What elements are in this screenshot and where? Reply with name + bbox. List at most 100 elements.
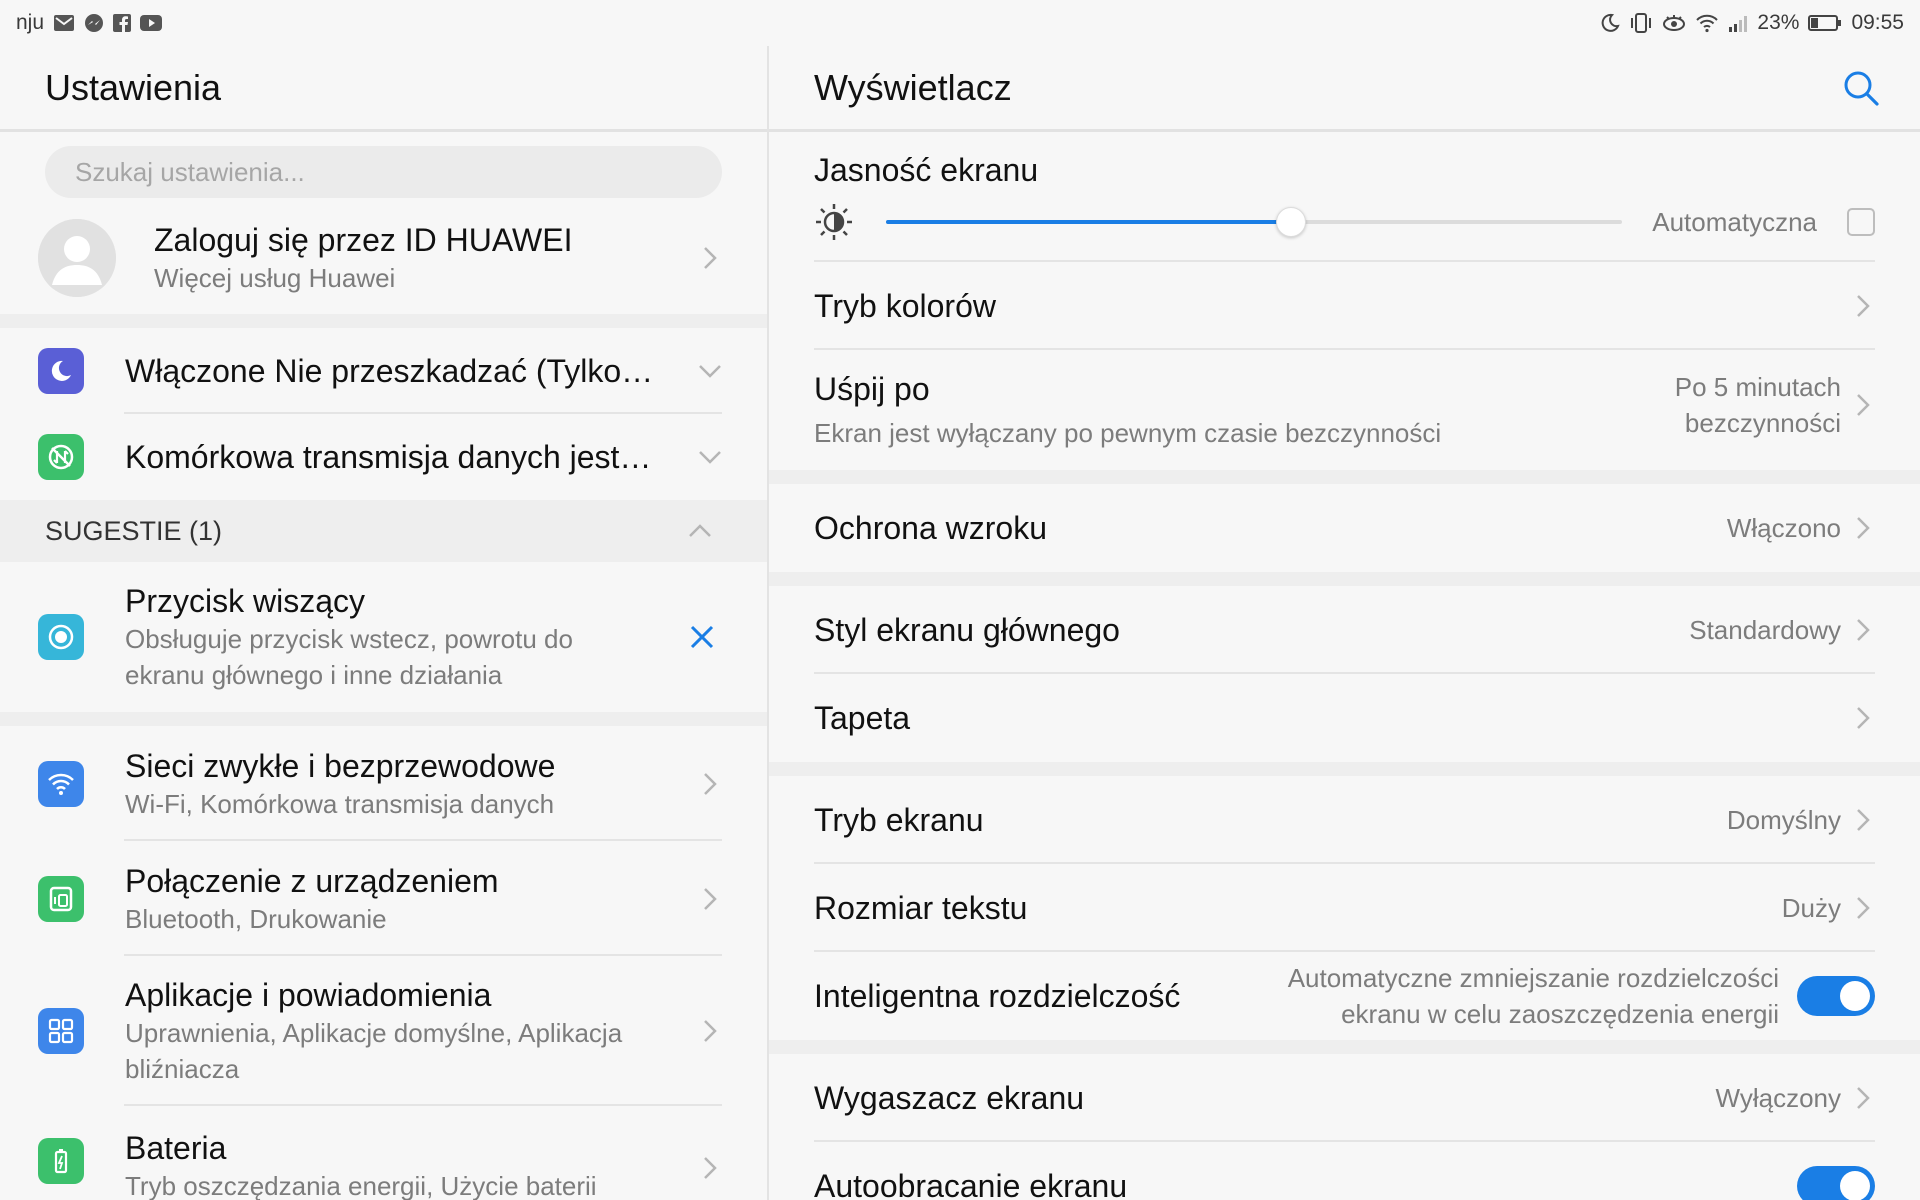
sleep-value-line1: Po 5 minutach [1674, 372, 1841, 402]
network-title: Sieci zwykłe i bezprzewodowe [125, 747, 556, 784]
section-gap [0, 712, 767, 726]
auto-rotate-item[interactable]: Autoobracanie ekranu [769, 1142, 1920, 1200]
status-right: 23% 09:55 [1600, 11, 1904, 35]
network-subtitle: Wi-Fi, Komórkowa transmisja danych [125, 788, 555, 819]
signal-icon [1728, 14, 1748, 32]
sleep-subtitle: Ekran jest wyłączany po pewnym czasie be… [814, 418, 1442, 448]
suggestions-title: SUGESTIE (1) [45, 515, 223, 546]
left-header: Ustawienia [0, 46, 767, 132]
search-icon[interactable] [1842, 69, 1880, 107]
home-screen-style-item[interactable]: Styl ekranu głównego Standardowy [769, 586, 1920, 674]
auto-rotate-toggle[interactable] [1797, 1166, 1875, 1200]
moon-icon [1600, 13, 1621, 33]
mobile-data-status-item[interactable]: Komórkowa transmisja danych jest… [0, 414, 767, 500]
suggestions-header[interactable]: SUGESTIE (1) [0, 500, 767, 562]
carrier-name: nju [16, 11, 45, 34]
settings-list-pane: Ustawienia Zaloguj się przez ID HUAWEI W… [0, 46, 767, 1200]
sidebar-item-device-connection[interactable]: Połączenie z urządzeniem Bluetooth, Druk… [0, 841, 767, 956]
auto-rotate-title: Autoobracanie ekranu [814, 1168, 1128, 1200]
right-header: Wyświetlacz [769, 46, 1920, 132]
dnd-status-item[interactable]: Włączone Nie przeszkadzać (Tylko… [0, 328, 767, 414]
chevron-right-icon [1851, 393, 1875, 417]
wallpaper-item[interactable]: Tapeta [769, 674, 1920, 762]
brightness-slider-thumb[interactable] [1275, 207, 1306, 237]
auto-brightness-label: Automatyczna [1652, 207, 1817, 237]
wallpaper-title: Tapeta [814, 700, 911, 736]
sleep-title: Uśpij po [814, 371, 930, 407]
eye-comfort-item[interactable]: Ochrona wzroku Włączono [769, 484, 1920, 572]
color-mode-title: Tryb kolorów [814, 288, 996, 324]
floating-dock-icon [38, 614, 84, 660]
search-bar[interactable] [45, 146, 722, 198]
chevron-right-icon [1851, 294, 1875, 318]
chevron-right-icon [1851, 808, 1875, 832]
battery-subtitle: Tryb oszczędzania energii, Użycie bateri… [125, 1171, 597, 1200]
chevron-right-icon [698, 1019, 722, 1043]
screensaver-value: Wyłączony [1715, 1083, 1841, 1113]
brightness-title: Jasność ekranu [814, 152, 1039, 188]
chevron-down-icon[interactable] [698, 445, 722, 469]
huawei-id-login[interactable]: Zaloguj się przez ID HUAWEI Więcej usług… [0, 202, 767, 314]
device-connection-title: Połączenie z urządzeniem [125, 862, 499, 899]
smart-resolution-toggle[interactable] [1797, 976, 1875, 1016]
smart-resolution-title: Inteligentna rozdzielczość [814, 978, 1181, 1014]
home-screen-style-title: Styl ekranu głównego [814, 612, 1120, 648]
device-connection-icon [38, 875, 84, 922]
apps-title: Aplikacje i powiadomienia [125, 977, 492, 1013]
section-gap [769, 1040, 1920, 1054]
suggestion-floating-button[interactable]: Przycisk wiszący Obsługuje przycisk wste… [0, 562, 767, 712]
mobile-data-label: Komórkowa transmisja danych jest… [125, 439, 652, 475]
sidebar-item-battery[interactable]: Bateria Tryb oszczędzania energii, Użyci… [0, 1106, 767, 1200]
sidebar-item-network[interactable]: Sieci zwykłe i bezprzewodowe Wi-Fi, Komó… [0, 726, 767, 841]
chevron-right-icon [1851, 618, 1875, 642]
smart-resolution-desc-line2: ekranu w celu zaoszczędzenia energii [1341, 999, 1779, 1029]
text-size-value: Duży [1781, 893, 1841, 923]
screen-mode-item[interactable]: Tryb ekranu Domyślny [769, 776, 1920, 864]
suggestion-subtitle: Obsługuje przycisk wstecz, powrotu do ek… [125, 624, 573, 690]
sleep-value-line2: bezczynności [1684, 408, 1841, 438]
status-left: nju [16, 11, 163, 35]
messenger-icon [84, 13, 104, 33]
vibrate-icon [1629, 13, 1653, 33]
chevron-right-icon [698, 246, 722, 270]
chevron-right-icon [698, 1156, 722, 1180]
display-settings-pane: Wyświetlacz Jasność ekranu Automatyczna [769, 46, 1920, 1200]
dnd-label: Włączone Nie przeszkadzać (Tylko… [125, 353, 654, 389]
sleep-item[interactable]: Uśpij po Ekran jest wyłączany po pewnym … [769, 350, 1920, 470]
brightness-setting: Jasność ekranu Automatyczna [769, 132, 1920, 262]
eye-comfort-icon [1662, 14, 1686, 32]
section-gap [769, 470, 1920, 484]
battery-icon [38, 1138, 84, 1184]
screensaver-item[interactable]: Wygaszacz ekranu Wyłączony [769, 1054, 1920, 1142]
color-mode-item[interactable]: Tryb kolorów [769, 262, 1920, 350]
chevron-right-icon [1851, 516, 1875, 540]
section-gap [0, 314, 767, 328]
youtube-icon [140, 15, 163, 31]
chevron-up-icon[interactable] [688, 519, 712, 543]
screen-mode-value: Domyślny [1726, 805, 1841, 835]
smart-resolution-item[interactable]: Inteligentna rozdzielczość Automatyczne … [769, 952, 1920, 1040]
brightness-slider[interactable] [886, 207, 1623, 237]
sidebar-item-apps[interactable]: Aplikacje i powiadomienia Uprawnienia, A… [0, 956, 767, 1106]
screen-mode-title: Tryb ekranu [814, 802, 984, 838]
auto-brightness-checkbox[interactable] [1847, 208, 1875, 236]
page-title: Ustawienia [45, 66, 222, 108]
battery-icon [1808, 14, 1842, 32]
account-subtitle: Więcej usług Huawei [154, 263, 396, 293]
text-size-title: Rozmiar tekstu [814, 890, 1028, 926]
search-input[interactable] [75, 156, 692, 188]
eye-comfort-title: Ochrona wzroku [814, 510, 1047, 546]
display-title: Wyświetlacz [814, 66, 1012, 108]
screensaver-title: Wygaszacz ekranu [814, 1080, 1085, 1116]
avatar [38, 219, 116, 297]
close-icon[interactable] [687, 622, 717, 652]
text-size-item[interactable]: Rozmiar tekstu Duży [769, 864, 1920, 952]
section-gap [769, 572, 1920, 586]
device-connection-subtitle: Bluetooth, Drukowanie [125, 903, 387, 934]
chevron-down-icon[interactable] [698, 359, 722, 383]
mobile-data-off-icon [38, 434, 84, 480]
eye-comfort-value: Włączono [1726, 513, 1841, 543]
suggestion-title: Przycisk wiszący [125, 583, 366, 619]
chevron-right-icon [1851, 1086, 1875, 1110]
home-screen-style-value: Standardowy [1689, 615, 1841, 645]
